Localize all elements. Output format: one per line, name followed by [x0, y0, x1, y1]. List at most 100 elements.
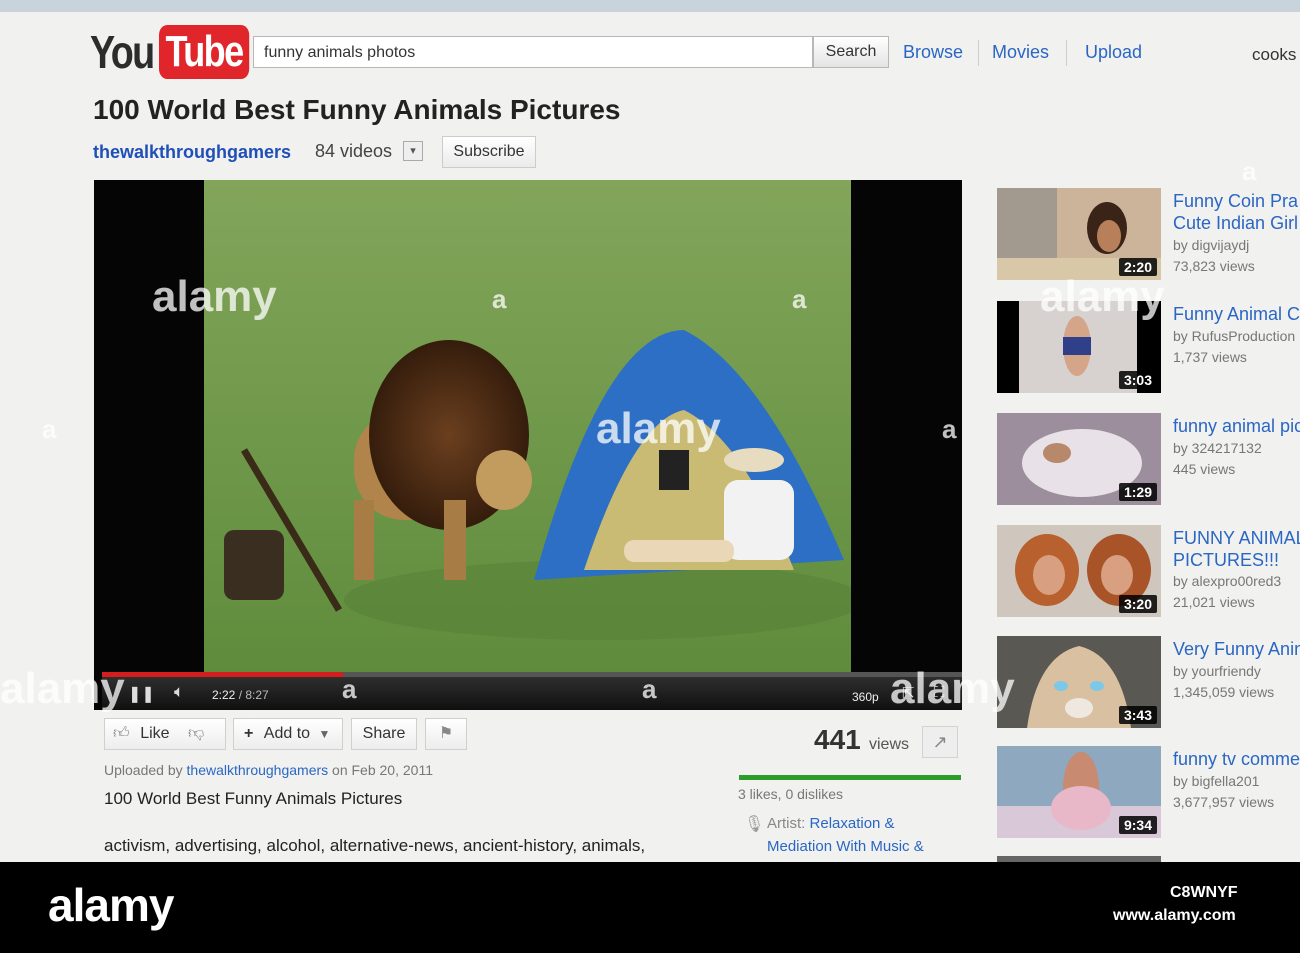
- nav-divider: [978, 40, 979, 66]
- volume-icon[interactable]: 🔈︎: [174, 682, 184, 702]
- related-title[interactable]: FUNNY ANIMAL PICTURES!!!: [1173, 527, 1300, 571]
- watermark: a: [942, 414, 957, 444]
- related-title[interactable]: Funny Animal C: [1173, 303, 1300, 325]
- watermark: alamy: [596, 404, 721, 453]
- related-video[interactable]: 2:20 Funny Coin Pra Cute Indian Girl by d…: [997, 188, 1300, 280]
- browser-screen: You Tube funny animals photos Search Bro…: [0, 0, 1300, 862]
- related-video[interactable]: 3:20 FUNNY ANIMAL PICTURES!!! by alexpro0…: [997, 525, 1300, 617]
- nav-movies-link[interactable]: Movies: [992, 42, 1049, 63]
- related-thumbnail[interactable]: 2:20: [997, 188, 1161, 280]
- add-to-button[interactable]: + Add to ▼: [233, 718, 343, 750]
- related-thumbnail[interactable]: 1:29: [997, 413, 1161, 505]
- related-uploader[interactable]: by RufusProduction: [1173, 328, 1295, 344]
- watermark: a: [342, 674, 357, 704]
- nav-divider: [1066, 40, 1067, 66]
- video-duration: 3:43: [1118, 706, 1157, 724]
- chevron-down-icon[interactable]: ▾: [403, 141, 423, 161]
- video-duration: 9:34: [1118, 816, 1157, 834]
- related-uploader[interactable]: by 324217132: [1173, 440, 1262, 456]
- video-player[interactable]: ❚❚ 🔈︎ 2:22 / 8:27 360p ⇱ ⛶: [94, 180, 962, 710]
- progress-bar[interactable]: [102, 672, 962, 677]
- related-title-line1: Funny Coin Pra: [1173, 191, 1299, 211]
- subscribe-button[interactable]: Subscribe: [442, 136, 536, 168]
- stock-photo-banner: [0, 862, 1300, 953]
- video-duration: 1:29: [1118, 483, 1157, 501]
- related-video[interactable]: 9:34 funny tv commer by bigfella201 3,67…: [997, 746, 1300, 838]
- thumbs-up-icon: 👍︎: [113, 725, 130, 742]
- related-title[interactable]: Funny Coin Pra Cute Indian Girl: [1173, 190, 1298, 234]
- watermark: a: [792, 284, 807, 314]
- like-ratio-bar: [739, 775, 961, 780]
- nav-upload-link[interactable]: Upload: [1085, 42, 1142, 63]
- uploader-link[interactable]: thewalkthroughgamers: [187, 762, 329, 778]
- uploaded-by-label: Uploaded by: [104, 762, 183, 778]
- watermark: alamy: [890, 664, 1015, 713]
- related-uploader[interactable]: by bigfella201: [1173, 773, 1259, 789]
- artist-info[interactable]: Artist: Relaxation &: [767, 815, 895, 832]
- view-count: 441: [814, 724, 861, 755]
- views-label: views: [869, 736, 910, 753]
- pause-icon[interactable]: ❚❚: [128, 684, 155, 704]
- watermark: alamy: [152, 272, 277, 321]
- channel-link[interactable]: thewalkthroughgamers: [93, 142, 291, 163]
- video-frame[interactable]: [204, 180, 851, 672]
- chevron-down-icon: ▼: [318, 727, 331, 741]
- thumbs-down-icon[interactable]: 👎︎: [188, 725, 204, 742]
- related-title-line2: PICTURES!!!: [1173, 550, 1280, 570]
- watermark: alamy: [0, 664, 125, 713]
- description-tags: activism, advertising, alcohol, alternat…: [104, 836, 646, 855]
- artist-name-line2[interactable]: Mediation With Music &: [767, 838, 924, 855]
- video-duration: 3:03: [1118, 371, 1157, 389]
- watermark: a: [1242, 156, 1257, 186]
- video-duration: 3:20: [1118, 595, 1157, 613]
- related-thumbnail[interactable]: 9:34: [997, 746, 1161, 838]
- quality-button[interactable]: 360p: [852, 690, 879, 704]
- plus-icon: +: [244, 725, 254, 742]
- current-time: 2:22: [212, 688, 236, 702]
- time-display: 2:22 / 8:27: [212, 688, 269, 702]
- nav-browse-link[interactable]: Browse: [903, 42, 963, 63]
- related-uploader[interactable]: by yourfriendy: [1173, 663, 1261, 679]
- user-account-link[interactable]: cooks: [1252, 45, 1296, 65]
- related-title-line1: FUNNY ANIMAL: [1173, 528, 1300, 548]
- related-views: 21,021 views: [1173, 594, 1255, 610]
- youtube-logo[interactable]: You Tube: [90, 24, 269, 80]
- share-button[interactable]: Share: [351, 718, 417, 750]
- related-video[interactable]: 1:29 funny animal pic by 324217132 445 v…: [997, 413, 1300, 505]
- watermark: a: [492, 284, 507, 314]
- logo-tube-text: Tube: [159, 25, 250, 79]
- upload-date: on Feb 20, 2011: [332, 762, 433, 778]
- description-title: 100 World Best Funny Animals Pictures: [104, 789, 403, 808]
- related-views: 1,737 views: [1173, 349, 1247, 365]
- search-input[interactable]: funny animals photos: [253, 36, 813, 68]
- upload-info: Uploaded by thewalkthroughgamers on Feb …: [104, 762, 433, 778]
- related-uploader[interactable]: by digvijaydj: [1173, 237, 1249, 253]
- like-button[interactable]: 👍︎ Like 👎︎: [104, 718, 226, 750]
- total-time: / 8:27: [238, 688, 269, 702]
- related-title[interactable]: funny animal pic: [1173, 415, 1300, 437]
- likes-summary: 3 likes, 0 dislikes: [738, 786, 844, 802]
- like-label: Like: [140, 725, 170, 742]
- flag-icon[interactable]: ⚑: [425, 718, 467, 750]
- browser-top-strip: [0, 0, 1300, 12]
- related-title[interactable]: funny tv commer: [1173, 748, 1300, 770]
- watermark: a: [42, 414, 57, 444]
- related-uploader[interactable]: by alexpro00red3: [1173, 573, 1281, 589]
- related-views: 445 views: [1173, 461, 1236, 477]
- stats-chart-icon[interactable]: ↗: [922, 726, 958, 758]
- related-views: 3,677,957 views: [1173, 794, 1275, 810]
- stock-banner-logo: alamy: [48, 879, 174, 931]
- related-title[interactable]: Very Funny Anin: [1173, 638, 1300, 660]
- watermark: a: [642, 674, 657, 704]
- stock-url: www.alamy.com: [1113, 907, 1236, 924]
- related-thumbnail[interactable]: 3:20: [997, 525, 1161, 617]
- artist-name-line1: Relaxation &: [809, 815, 895, 832]
- related-video[interactable]: 3:43 Very Funny Anin by yourfriendy 1,34…: [997, 636, 1300, 728]
- search-button[interactable]: Search: [813, 36, 889, 68]
- channel-video-count: 84 videos: [315, 141, 393, 161]
- video-title: 100 World Best Funny Animals Pictures: [93, 94, 621, 125]
- player-controls: ❚❚ 🔈︎ 2:22 / 8:27 360p ⇱ ⛶: [102, 672, 962, 710]
- watermark: alamy: [1040, 272, 1165, 321]
- artist-label: Artist:: [767, 815, 806, 832]
- related-thumbnail[interactable]: 3:43: [997, 636, 1161, 728]
